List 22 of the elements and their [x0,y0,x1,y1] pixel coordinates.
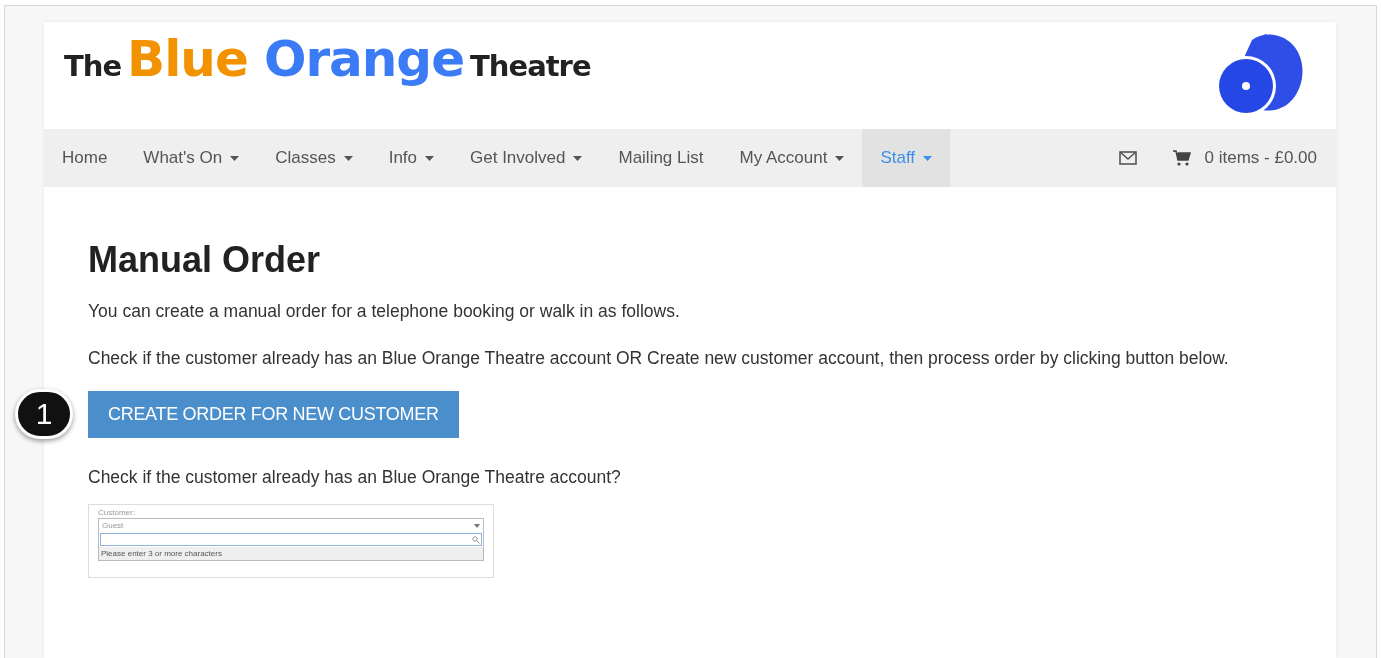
check-text: Check if the customer already has an Blue Orange Theatre account? [88,466,622,489]
caret-icon [474,523,480,528]
create-order-button[interactable]: CREATE ORDER FOR NEW CUSTOMER [88,391,459,438]
step-badge: 1 [15,389,73,439]
nav-item[interactable]: Get Involved [452,129,601,187]
nav-item[interactable]: My Account [721,129,863,187]
instructions-text: Check if the customer already has an Blue Orange Theatre account OR Create new customer account, then process order by clicking button below. [88,347,1230,370]
cart-summary[interactable]: 0 items - £0.00 [1204,148,1317,168]
nav-item[interactable]: Mailing List [600,129,722,187]
hint-text: Please enter 3 or more characters [99,547,483,560]
envelope-icon[interactable] [1118,151,1137,165]
field-label: Customer: [98,508,136,517]
select-value: Guest [102,521,124,530]
intro-text: You can create a manual order for a telephone booking or walk in as follows. [88,300,681,323]
page-title: Manual Order [88,239,322,281]
nav-item[interactable]: Info [370,129,452,187]
nav-item[interactable]: Home [44,129,126,187]
search-icon [472,535,480,544]
nav-item[interactable]: Classes [257,129,371,187]
nav-item[interactable]: What's On [125,129,258,187]
logo[interactable]: The Blue Orange Theatre [64,30,591,88]
cart-icon[interactable] [1172,150,1191,166]
